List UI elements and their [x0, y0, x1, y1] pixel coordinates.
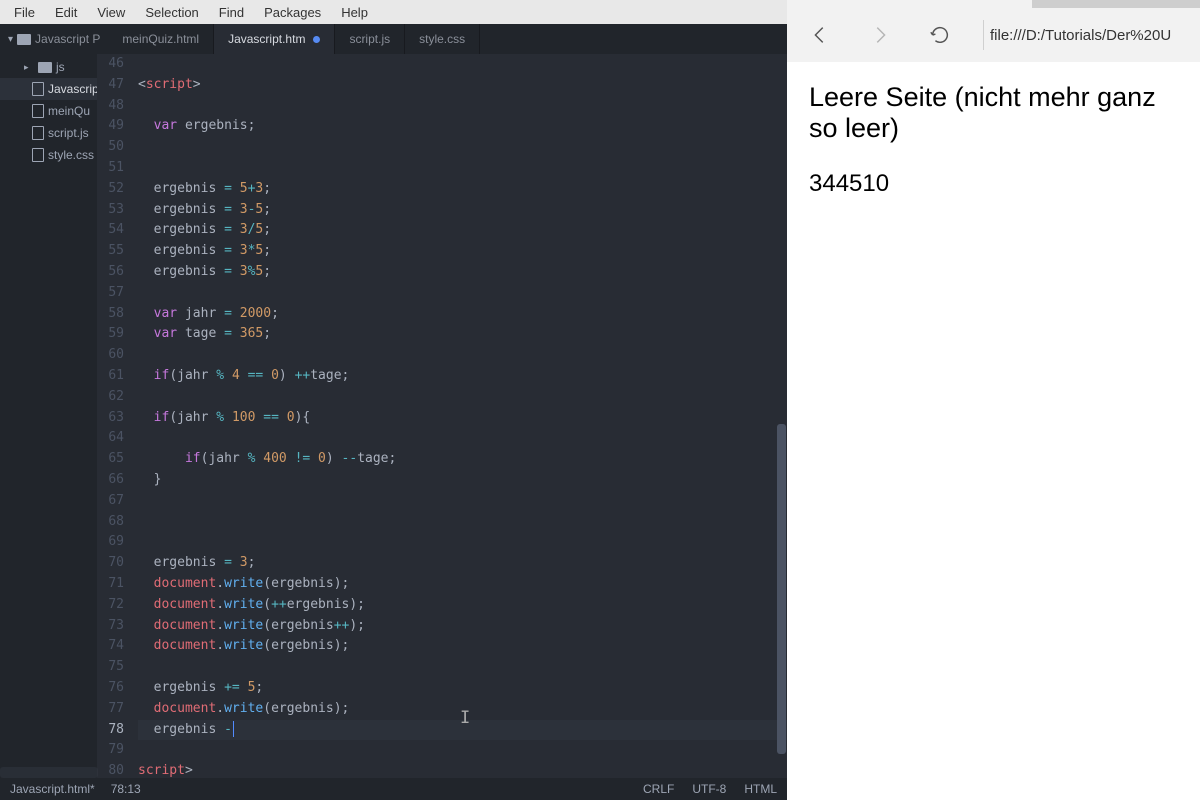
tree-label: Javascrip — [48, 82, 97, 96]
file-tree: ▸ js Javascrip meinQu script.js style.cs… — [0, 54, 97, 778]
status-cursor-pos[interactable]: 78:13 — [111, 782, 141, 796]
tree-label: js — [56, 60, 65, 74]
chevron-down-icon: ▾ — [8, 34, 13, 45]
file-icon — [32, 148, 44, 162]
arrow-left-icon — [809, 24, 831, 46]
tab-javascript-html[interactable]: Javascript.htm — [214, 24, 335, 54]
tab-stylecss[interactable]: style.css — [405, 24, 480, 54]
browser-toolbar: file:///D:/Tutorials/Der%20U — [787, 8, 1200, 62]
tab-scriptjs[interactable]: script.js — [335, 24, 405, 54]
status-bar: Javascript.html* 78:13 CRLF UTF-8 HTML — [0, 778, 787, 800]
folder-icon — [17, 34, 31, 45]
editor-pane: File Edit View Selection Find Packages H… — [0, 0, 787, 800]
tree-file-stylecss[interactable]: style.css — [0, 144, 97, 166]
arrow-right-icon — [869, 24, 891, 46]
tree-label: meinQu — [48, 104, 90, 118]
code-content[interactable]: <script> var ergebnis; ergebnis = 5+3; e… — [132, 54, 787, 778]
tab-label: meinQuiz.html — [122, 32, 199, 46]
tab-label: Javascript.htm — [228, 32, 305, 46]
browser-viewport: Leere Seite (nicht mehr ganz so leer) 34… — [787, 62, 1200, 800]
tree-label: script.js — [48, 126, 89, 140]
tree-folder-js[interactable]: ▸ js — [0, 56, 97, 78]
file-icon — [32, 104, 44, 118]
browser-tab-stub[interactable] — [1032, 0, 1200, 8]
url-bar[interactable]: file:///D:/Tutorials/Der%20U — [983, 20, 1184, 50]
file-icon — [32, 82, 44, 96]
project-root-tab[interactable]: ▾ Javascript P — [0, 24, 108, 54]
menu-help[interactable]: Help — [331, 3, 378, 22]
line-gutter: 4647484950515253545556575859606162636465… — [97, 54, 132, 778]
tab-label: style.css — [419, 32, 465, 46]
menu-view[interactable]: View — [87, 3, 135, 22]
project-root-label: Javascript P — [35, 32, 100, 46]
tree-label: style.css — [48, 148, 94, 162]
status-language[interactable]: HTML — [744, 782, 777, 796]
status-encoding[interactable]: UTF-8 — [692, 782, 726, 796]
folder-icon — [38, 62, 52, 73]
file-icon — [32, 126, 44, 140]
text-cursor-icon: I — [460, 708, 461, 725]
horizontal-scroll-thumb[interactable] — [0, 767, 98, 778]
modified-dot-icon — [313, 36, 320, 43]
browser-pane: file:///D:/Tutorials/Der%20U Leere Seite… — [787, 0, 1200, 800]
tree-file-scriptjs[interactable]: script.js — [0, 122, 97, 144]
forward-button[interactable] — [863, 18, 897, 52]
vertical-scrollbar[interactable] — [775, 54, 787, 778]
menu-edit[interactable]: Edit — [45, 3, 87, 22]
status-eol[interactable]: CRLF — [643, 782, 674, 796]
tab-bar: ▾ Javascript P meinQuiz.html Javascript.… — [0, 24, 787, 54]
scroll-thumb[interactable] — [777, 424, 786, 754]
url-text: file:///D:/Tutorials/Der%20U — [990, 27, 1171, 44]
menu-bar: File Edit View Selection Find Packages H… — [0, 0, 787, 24]
page-heading: Leere Seite (nicht mehr ganz so leer) — [809, 82, 1178, 144]
menu-selection[interactable]: Selection — [135, 3, 208, 22]
code-editor[interactable]: 4647484950515253545556575859606162636465… — [97, 54, 787, 778]
menu-file[interactable]: File — [4, 3, 45, 22]
tree-file-javascript[interactable]: Javascrip — [0, 78, 97, 100]
page-output: 344510 — [809, 170, 1178, 198]
chevron-right-icon: ▸ — [24, 62, 34, 73]
tree-file-meinquiz[interactable]: meinQu — [0, 100, 97, 122]
tab-meinquiz[interactable]: meinQuiz.html — [108, 24, 214, 54]
menu-find[interactable]: Find — [209, 3, 254, 22]
reload-icon — [929, 24, 951, 46]
reload-button[interactable] — [923, 18, 957, 52]
browser-chrome: file:///D:/Tutorials/Der%20U — [787, 0, 1200, 62]
tab-label: script.js — [349, 32, 390, 46]
status-filename[interactable]: Javascript.html* — [10, 782, 95, 796]
menu-packages[interactable]: Packages — [254, 3, 331, 22]
back-button[interactable] — [803, 18, 837, 52]
